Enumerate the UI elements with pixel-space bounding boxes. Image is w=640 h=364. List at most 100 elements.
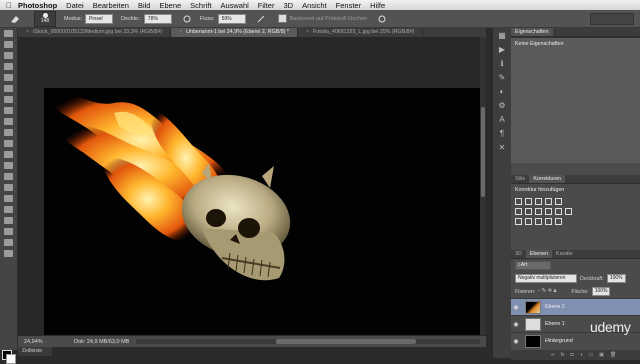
doc-size-info[interactable]: Dok: 24,9 MB/63,0 MB <box>74 339 129 345</box>
tab-layers[interactable]: Ebenen <box>525 250 553 258</box>
3d-tool-icon[interactable] <box>0 226 17 237</box>
close-icon[interactable]: × <box>306 29 309 35</box>
tool-presets-icon[interactable]: ⚙ <box>493 98 511 112</box>
tab-istock[interactable]: × iStock_000000105133Medium.jpg bei 33,3%… <box>18 28 172 37</box>
airbrush-icon[interactable] <box>256 14 266 24</box>
history-brush-tool-icon[interactable] <box>0 127 17 138</box>
apple-icon[interactable]:  <box>0 1 18 10</box>
menu-item-hilfe[interactable]: Hilfe <box>370 1 385 10</box>
background-color-swatch[interactable] <box>6 354 16 364</box>
posterize-icon[interactable] <box>525 218 532 225</box>
quick-select-tool-icon[interactable] <box>0 61 17 72</box>
marquee-tool-icon[interactable] <box>0 39 17 50</box>
eye-icon[interactable]: ◉ <box>511 321 521 328</box>
layer-fill-input[interactable]: 100% <box>591 287 611 296</box>
horizontal-scrollbar[interactable] <box>136 339 480 344</box>
new-layer-icon[interactable]: ▣ <box>599 352 604 358</box>
lock-icons[interactable]: ▫ ✎ ✛ 🔒︎ <box>538 288 568 295</box>
timeline-tab[interactable]: Zeitleiste <box>18 347 52 356</box>
brush-panel-icon[interactable]: ✎ <box>493 70 511 84</box>
layer-comps-icon[interactable]: ✕ <box>493 140 511 154</box>
layer-filter-select[interactable]: ⌕Art <box>515 261 551 270</box>
close-icon[interactable]: × <box>179 29 182 35</box>
zoom-level[interactable]: 24,94% <box>18 339 48 345</box>
vertical-scrollbar[interactable] <box>480 37 486 335</box>
menu-item-filter[interactable]: Filter <box>258 1 275 10</box>
blur-tool-icon[interactable] <box>0 160 17 171</box>
menu-item-ansicht[interactable]: Ansicht <box>302 1 327 10</box>
history-panel-icon[interactable]: ▦ <box>493 28 511 42</box>
eye-icon[interactable]: ◉ <box>511 338 521 345</box>
tab-unbenannt[interactable]: × Unbenannt-1 bei 24,9% (Ebene 2, RGB/8) … <box>171 28 298 37</box>
actions-panel-icon[interactable]: ▶ <box>493 42 511 56</box>
eye-icon[interactable]: ◉ <box>511 304 521 311</box>
curves-icon[interactable] <box>535 198 542 205</box>
trash-icon[interactable]: 🗑︎ <box>610 352 616 358</box>
crop-tool-icon[interactable] <box>0 72 17 83</box>
hue-saturation-icon[interactable] <box>515 208 522 215</box>
blend-mode-select[interactable]: Negativ multiplizieren <box>515 274 577 283</box>
group-icon[interactable]: ▭ <box>589 352 594 358</box>
opacity-input[interactable]: 78% <box>143 13 172 24</box>
shape-tool-icon[interactable] <box>0 215 17 226</box>
color-lookup-icon[interactable] <box>565 208 572 215</box>
scroll-thumb[interactable] <box>481 107 485 197</box>
pressure-opacity-icon[interactable] <box>182 14 192 24</box>
tab-fotolia[interactable]: × Fotolia_40681293_L.jpg bei 25% (RGB/8#) <box>298 28 424 37</box>
tab-channels[interactable]: Kanäle <box>552 250 577 258</box>
character-panel-icon[interactable]: A <box>493 112 511 126</box>
photo-filter-icon[interactable] <box>545 208 552 215</box>
fx-icon[interactable]: fx <box>561 352 565 358</box>
eraser-tool-icon[interactable] <box>0 138 17 149</box>
info-panel-icon[interactable]: ℹ <box>493 56 511 70</box>
eyedropper-tool-icon[interactable] <box>0 83 17 94</box>
brush-tool-icon[interactable] <box>0 105 17 116</box>
eraser-tool-icon[interactable] <box>4 12 26 26</box>
gradient-map-icon[interactable] <box>545 218 552 225</box>
path-select-tool-icon[interactable] <box>0 204 17 215</box>
menu-item-schrift[interactable]: Schrift <box>190 1 211 10</box>
tab-adjustments[interactable]: Korrekturen <box>529 175 565 183</box>
layer-name[interactable]: Ebene 1 <box>545 321 565 327</box>
document-canvas[interactable] <box>44 88 484 335</box>
tab-3d[interactable]: 3D <box>511 250 526 258</box>
stamp-tool-icon[interactable] <box>0 116 17 127</box>
mode-select[interactable]: Pinsel <box>85 13 114 24</box>
move-tool-icon[interactable] <box>0 28 17 39</box>
link-layers-icon[interactable]: ∞ <box>551 352 555 358</box>
healing-tool-icon[interactable] <box>0 94 17 105</box>
menu-item-datei[interactable]: Datei <box>66 1 84 10</box>
selective-color-icon[interactable] <box>555 218 562 225</box>
tab-styles[interactable]: Stile <box>511 175 529 183</box>
color-balance-icon[interactable] <box>525 208 532 215</box>
scroll-thumb[interactable] <box>276 339 416 344</box>
channel-mixer-icon[interactable] <box>555 208 562 215</box>
black-white-icon[interactable] <box>535 208 542 215</box>
menu-item-3d[interactable]: 3D <box>283 1 293 10</box>
brush-size-picker[interactable]: 148 <box>34 10 56 27</box>
brightness-icon[interactable] <box>515 198 522 205</box>
exposure-icon[interactable] <box>545 198 552 205</box>
lasso-tool-icon[interactable] <box>0 50 17 61</box>
gradient-tool-icon[interactable] <box>0 149 17 160</box>
menu-item-bild[interactable]: Bild <box>138 1 151 10</box>
layer-name[interactable]: Hintergrund <box>545 338 573 344</box>
workspace-switcher[interactable] <box>590 13 634 25</box>
hand-tool-icon[interactable] <box>0 237 17 248</box>
paragraph-panel-icon[interactable]: ¶ <box>493 126 511 140</box>
tab-properties[interactable]: Eigenschaften <box>511 28 553 36</box>
invert-icon[interactable] <box>515 218 522 225</box>
dodge-tool-icon[interactable] <box>0 171 17 182</box>
layer-row[interactable]: ◉ Ebene 2 <box>511 298 640 315</box>
menu-app-name[interactable]: Photoshop <box>18 1 57 10</box>
erase-history-checkbox[interactable] <box>277 14 287 23</box>
menu-item-ebene[interactable]: Ebene <box>159 1 181 10</box>
menu-item-fenster[interactable]: Fenster <box>336 1 361 10</box>
close-icon[interactable]: × <box>26 29 29 35</box>
levels-icon[interactable] <box>525 198 532 205</box>
adjustment-layer-icon[interactable]: ◑ <box>580 352 583 358</box>
type-tool-icon[interactable] <box>0 193 17 204</box>
vibrance-icon[interactable] <box>555 198 562 205</box>
layer-name[interactable]: Ebene 2 <box>545 304 565 310</box>
mask-icon[interactable]: ◘ <box>570 352 573 358</box>
